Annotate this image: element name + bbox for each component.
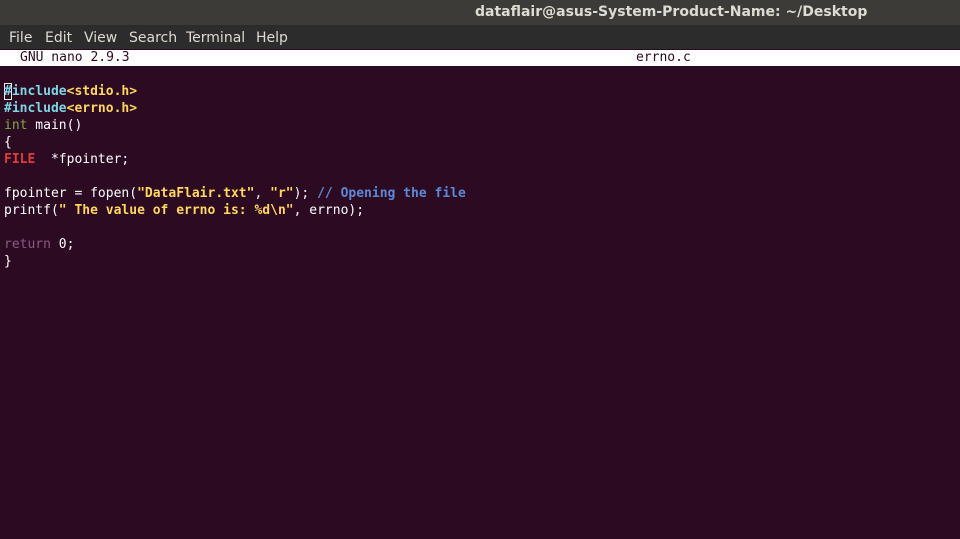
- header-stdio: <stdio.h>: [66, 84, 138, 99]
- code-line-8: printf(" The value of errno is: %d\n", e…: [4, 202, 954, 219]
- printf-args: , errno);: [293, 203, 365, 218]
- nano-filename: errno.c: [636, 50, 691, 65]
- close-brace: }: [4, 254, 12, 269]
- code-line-4: {: [4, 134, 954, 151]
- keyword-return: return: [4, 237, 51, 252]
- string-filename: "DataFlair.txt": [137, 186, 255, 201]
- fopen-close: );: [293, 186, 318, 201]
- open-brace: {: [4, 135, 12, 150]
- window-title: dataflair@asus-System-Product-Name: ~/De…: [475, 4, 868, 20]
- type-int: int: [4, 118, 28, 133]
- comma-separator: ,: [254, 186, 271, 201]
- code-line-10: return 0;: [4, 236, 954, 253]
- menu-file[interactable]: File: [9, 26, 32, 50]
- header-errno: <errno.h>: [66, 101, 138, 116]
- main-signature: main(): [27, 118, 83, 133]
- nano-version: GNU nano 2.9.3: [20, 50, 130, 65]
- type-file: FILE: [4, 152, 36, 167]
- code-line-2: #include<errno.h>: [4, 100, 954, 117]
- return-value: 0;: [50, 237, 75, 252]
- code-line-7: fpointer = fopen("DataFlair.txt", "r"); …: [4, 185, 954, 202]
- text-cursor: #: [4, 84, 12, 99]
- printf-call: printf(: [4, 203, 59, 218]
- menu-view[interactable]: View: [84, 26, 117, 50]
- menubar: File Edit View Search Terminal Help: [0, 25, 960, 49]
- string-format: " The value of errno is: %d\n": [58, 203, 294, 218]
- comment-opening-file: // Opening the file: [317, 186, 466, 201]
- terminal-area[interactable]: GNU nano 2.9.3 errno.c #include<stdio.h>…: [0, 49, 960, 539]
- include-directive-first: #include: [4, 84, 67, 99]
- window-titlebar[interactable]: dataflair@asus-System-Product-Name: ~/De…: [0, 0, 960, 25]
- include-directive: #include: [4, 101, 67, 116]
- code-line-11: }: [4, 253, 954, 270]
- code-line-3: int main(): [4, 117, 954, 134]
- menu-help[interactable]: Help: [256, 26, 288, 50]
- string-mode: "r": [270, 186, 294, 201]
- nano-header-bar: GNU nano 2.9.3 errno.c: [0, 50, 960, 66]
- fpointer-declaration: *fpointer;: [35, 152, 130, 167]
- menu-edit[interactable]: Edit: [45, 26, 72, 50]
- fopen-call: fpointer = fopen(: [4, 186, 138, 201]
- code-line-5: FILE *fpointer;: [4, 151, 954, 168]
- menu-search[interactable]: Search: [129, 26, 177, 50]
- code-editor[interactable]: #include<stdio.h> #include<errno.h> int …: [4, 83, 954, 270]
- code-line-1: #include<stdio.h>: [4, 83, 954, 100]
- menu-terminal[interactable]: Terminal: [186, 26, 245, 50]
